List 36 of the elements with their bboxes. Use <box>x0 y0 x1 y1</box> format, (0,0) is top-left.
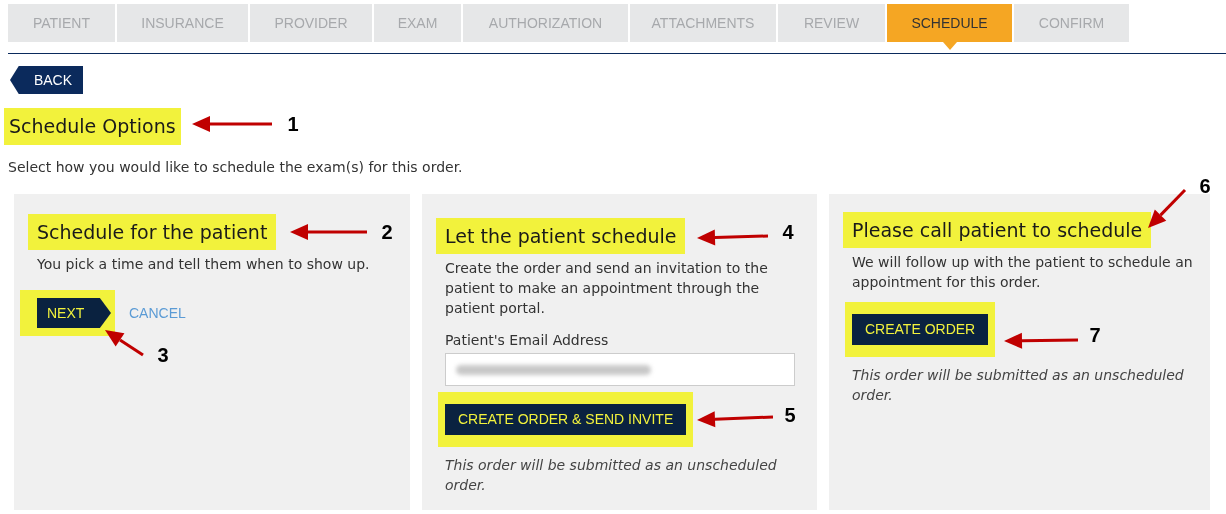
field-label: Patient's Email Address <box>445 331 610 350</box>
option-description: We will follow up with the patient to schedule an appointment for this order. <box>851 253 1194 292</box>
step-tab[interactable]: PROVIDER <box>250 4 372 42</box>
step-tab[interactable]: INSURANCE <box>117 4 248 42</box>
step-tab[interactable]: CONFIRM <box>1014 4 1129 42</box>
create-order-invite-button[interactable]: CREATE ORDER & SEND INVITE <box>445 404 687 435</box>
email-field[interactable] <box>445 353 795 386</box>
annotation-arrow <box>105 330 144 357</box>
option-description: Create the order and send an invitation to the patient to make an appointment through the patient portal. <box>444 259 769 318</box>
annotation-arrow <box>1148 188 1187 228</box>
annotation-arrow <box>697 229 769 246</box>
step-tab[interactable]: PATIENT <box>8 4 115 42</box>
back-button[interactable]: BACK <box>10 66 83 94</box>
annotation-number: 4 <box>782 220 794 245</box>
step-tab[interactable]: ATTACHMENTS <box>630 4 776 42</box>
step-tab[interactable]: REVIEW <box>778 4 885 42</box>
step-tab[interactable]: SCHEDULE <box>887 4 1012 42</box>
annotation-number: 7 <box>1089 323 1101 348</box>
annotation-number: 5 <box>784 403 796 428</box>
create-order-button[interactable]: CREATE ORDER <box>852 314 989 345</box>
option-heading: Let the patient schedule <box>436 217 686 254</box>
annotation-number: 6 <box>1199 174 1211 199</box>
page-description: Select how you would like to schedule the exam(s) for this order. <box>8 157 463 177</box>
page-title: Schedule Options <box>4 108 181 145</box>
cancel-link[interactable]: CANCEL <box>129 302 186 324</box>
option-heading: Please call patient to schedule <box>843 211 1152 248</box>
annotation-number: 2 <box>381 220 393 245</box>
option-heading: Schedule for the patient <box>28 213 277 250</box>
step-tab[interactable]: AUTHORIZATION <box>463 4 628 42</box>
note-text: This order will be submitted as an unscheduled order. <box>851 366 1185 405</box>
option-description: You pick a time and tell them when to show up. <box>36 255 371 274</box>
step-tab[interactable]: EXAM <box>374 4 461 42</box>
annotation-number: 3 <box>157 343 169 368</box>
annotation-number: 1 <box>287 112 299 137</box>
note-text: This order will be submitted as an unscheduled order. <box>444 456 778 495</box>
next-button[interactable]: NEXT <box>37 298 111 328</box>
